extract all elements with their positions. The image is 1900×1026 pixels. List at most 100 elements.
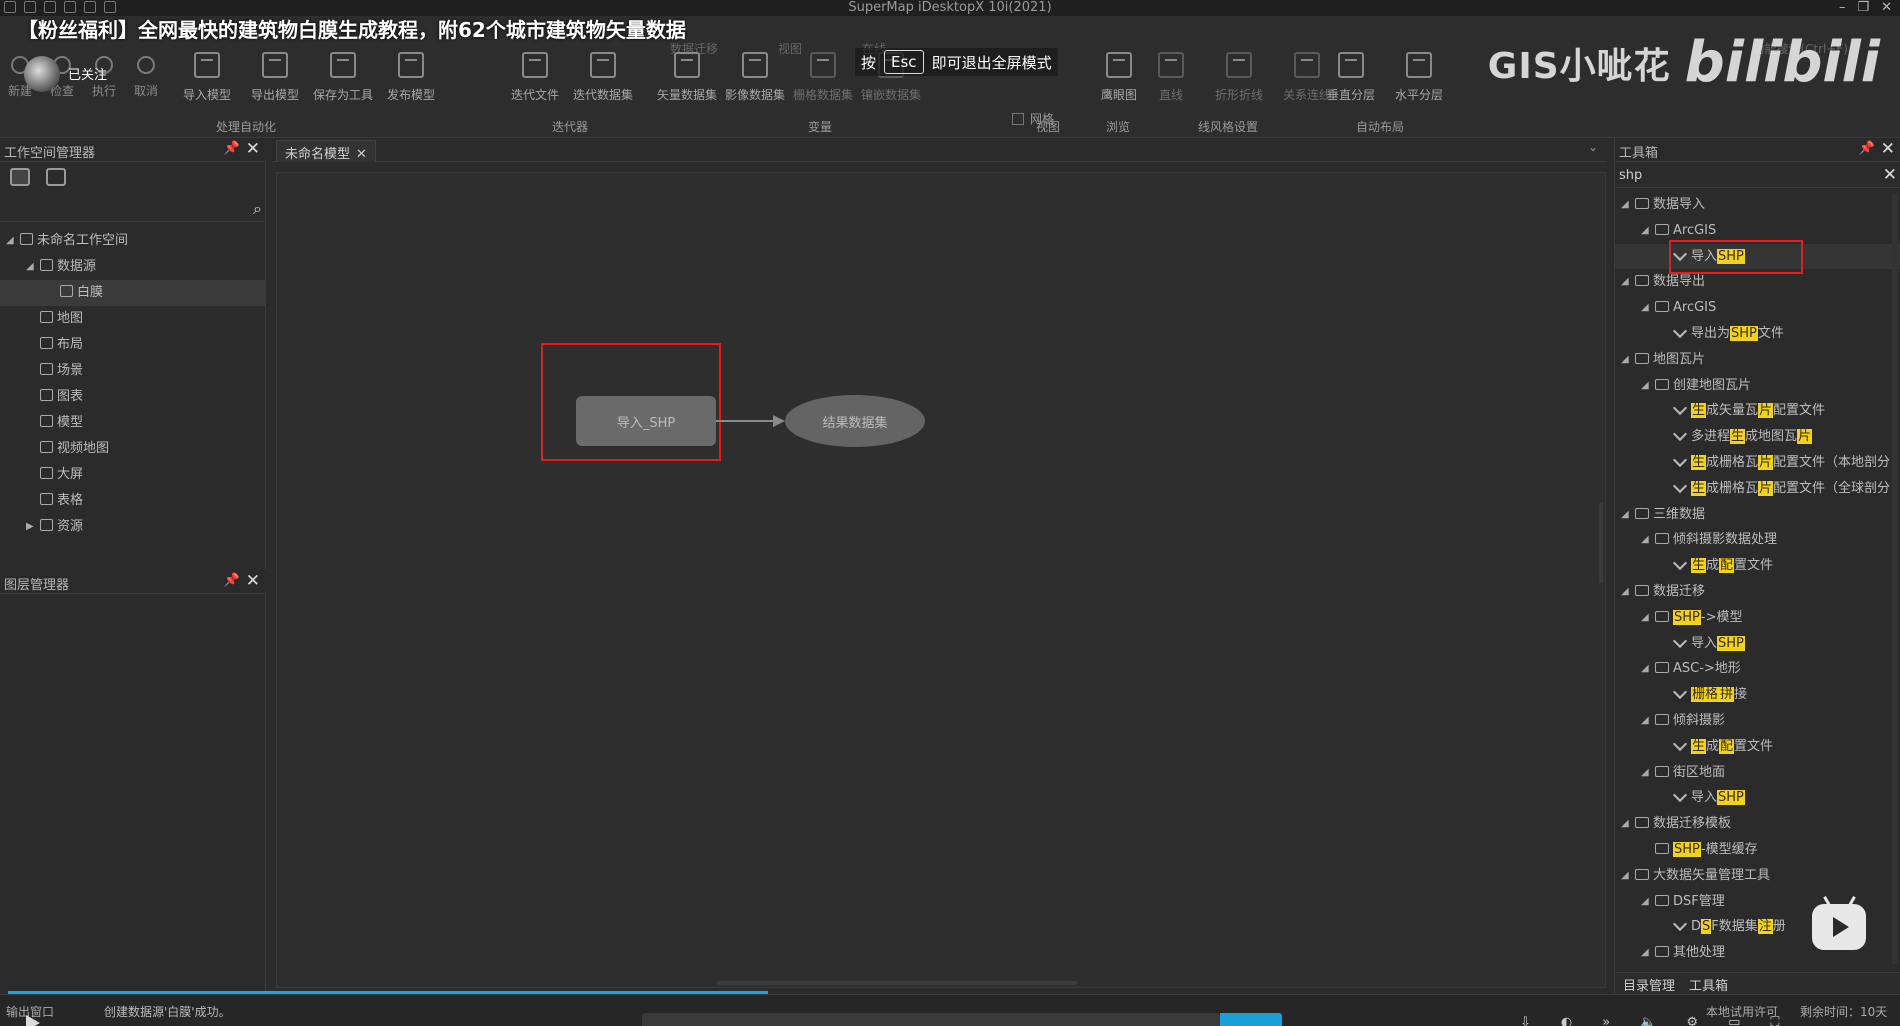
toolbox-tree-item[interactable]: 生成栅格瓦片配置文件（全球剖分 (1615, 476, 1900, 502)
straight-line-button[interactable]: 直线 (1140, 46, 1202, 116)
workspace-tree-item[interactable]: 布局 (0, 332, 266, 358)
video-progress-bar[interactable] (8, 991, 768, 994)
image-dataset-button[interactable]: 影像数据集 (724, 46, 786, 116)
expand-arrow-icon[interactable]: ◢ (1641, 656, 1649, 682)
workspace-tree-item[interactable]: 模型 (0, 410, 266, 436)
minimize-icon[interactable]: – (1839, 0, 1846, 15)
workspace-tree-item[interactable]: 场景 (0, 358, 266, 384)
toolbox-tree-item[interactable]: ◢ 数据迁移 (1615, 579, 1900, 605)
toolbox-tree-item[interactable]: 导入SHP (1615, 785, 1900, 811)
toolbox-tree-item[interactable]: ◢ 街区地面 (1615, 760, 1900, 786)
expand-arrow-icon[interactable]: ◢ (6, 228, 14, 254)
model-canvas[interactable]: 导入_SHP 结果数据集 (276, 172, 1606, 988)
toolbox-tree-item[interactable]: SHP-模型缓存 (1615, 837, 1900, 863)
workspace-tree-item[interactable]: 白膜 (0, 280, 266, 306)
search-icon[interactable]: ⌕ (253, 199, 262, 219)
expand-arrow-icon[interactable]: ◢ (1641, 940, 1649, 966)
iterate-files-button[interactable]: 迭代文件 (504, 46, 566, 116)
expand-arrow-icon[interactable]: ◢ (1641, 708, 1649, 734)
workspace-view-icon[interactable] (10, 168, 30, 186)
import-model-button[interactable]: 导入模型 (176, 46, 238, 116)
expand-arrow-icon[interactable]: ◢ (1641, 218, 1649, 244)
database-view-icon[interactable] (46, 168, 66, 186)
expand-arrow-icon[interactable]: ◢ (1621, 863, 1629, 889)
settings-icon[interactable]: ⚙ (1686, 1015, 1698, 1026)
close-tab-icon[interactable]: ✕ (356, 147, 367, 162)
danmaku-send-button[interactable] (1220, 1013, 1282, 1026)
toolbox-tree-item[interactable]: 生成栅格瓦片配置文件（本地剖分 (1615, 450, 1900, 476)
connector-line[interactable] (716, 420, 778, 422)
tab-toolbox[interactable]: 工具箱 (1689, 975, 1728, 994)
chevron-down-icon[interactable]: ⌄ (1588, 140, 1598, 154)
toolbox-tree-item[interactable]: ◢ 大数据矢量管理工具 (1615, 863, 1900, 889)
save-as-tool-button[interactable]: 保存为工具 (312, 46, 374, 116)
workspace-tree-item[interactable]: 地图 (0, 306, 266, 332)
export-model-button[interactable]: 导出模型 (244, 46, 306, 116)
horizontal-layer-button[interactable]: 水平分层 (1388, 46, 1450, 116)
toolbox-tree-item[interactable]: 生成配置文件 (1615, 734, 1900, 760)
toolbox-tree-item[interactable]: 多进程生成地图瓦片 (1615, 424, 1900, 450)
toolbox-tree-item[interactable]: ◢ 数据迁移模板 (1615, 811, 1900, 837)
grid-dataset-button[interactable]: 栅格数据集 (792, 46, 854, 116)
expand-arrow-icon[interactable]: ◢ (1621, 269, 1629, 295)
expand-arrow-icon[interactable]: ◢ (1641, 889, 1649, 915)
vertical-scrollbar[interactable] (1599, 503, 1603, 583)
expand-arrow-icon[interactable]: ◢ (1621, 811, 1629, 837)
follow-status[interactable]: 已关注 (68, 64, 107, 83)
toolbox-tree-item[interactable]: 导入SHP (1615, 239, 1900, 274)
pin-icon[interactable]: 📌 (224, 141, 240, 156)
pip-icon[interactable]: ▭ (1728, 1015, 1740, 1026)
expand-arrow-icon[interactable]: ◢ (26, 254, 34, 280)
speed-icon[interactable]: » (1602, 1015, 1610, 1026)
expand-arrow-icon[interactable]: ◢ (1641, 605, 1649, 631)
expand-arrow-icon[interactable]: ◢ (1621, 502, 1629, 528)
close-icon[interactable]: ✕ (1881, 139, 1895, 159)
workspace-tree-item[interactable]: 视频地图 (0, 436, 266, 462)
toolbox-scrollbar[interactable] (1892, 194, 1898, 964)
vertical-layer-button[interactable]: 垂直分层 (1320, 46, 1382, 116)
collapse-arrow-icon[interactable]: ▶ (26, 514, 34, 540)
toolbox-tree-item[interactable]: 生成配置文件 (1615, 553, 1900, 579)
workspace-tree-item[interactable]: ◢ 未命名工作空间 (0, 228, 266, 254)
toolbox-tree-item[interactable]: ◢ SHP->模型 (1615, 605, 1900, 631)
toolbox-tree-item[interactable]: 生成矢量瓦片配置文件 (1615, 398, 1900, 424)
expand-arrow-icon[interactable]: ◢ (1621, 347, 1629, 373)
pin-icon[interactable]: 📌 (224, 573, 240, 588)
result-dataset-node[interactable]: 结果数据集 (785, 395, 925, 447)
toolbox-tree-item[interactable]: ◢ 数据导入 (1615, 192, 1900, 218)
toolbox-tree-item[interactable]: 栅格 拼接 (1615, 682, 1900, 708)
volume-icon[interactable]: 🔈 (1640, 1015, 1656, 1026)
bilibili-tv-icon[interactable] (1812, 904, 1866, 950)
toolbox-tree-item[interactable]: ◢ ASC->地形 (1615, 656, 1900, 682)
import-shp-node[interactable]: 导入_SHP (576, 396, 716, 446)
expand-arrow-icon[interactable]: ◢ (1641, 295, 1649, 321)
workspace-tree-item[interactable]: 图表 (0, 384, 266, 410)
fullscreen-icon[interactable]: ⛶ (1770, 1015, 1779, 1026)
download-icon[interactable]: ⇩ (1520, 1015, 1531, 1026)
pin-icon[interactable]: 📌 (1859, 141, 1875, 156)
expand-arrow-icon[interactable]: ◢ (1641, 373, 1649, 399)
polyline-button[interactable]: 折形折线 (1208, 46, 1270, 116)
workspace-tree-item[interactable]: 表格 (0, 488, 266, 514)
expand-arrow-icon[interactable]: ◢ (1621, 192, 1629, 218)
close-icon[interactable]: ✕ (246, 139, 260, 159)
expand-arrow-icon[interactable]: ◢ (1641, 760, 1649, 786)
toolbox-tree-item[interactable]: 导入SHP (1615, 631, 1900, 657)
tab-untitled-model[interactable]: 未命名模型 ✕ (276, 140, 376, 162)
toolbox-tree-item[interactable]: 导出为SHP文件 (1615, 321, 1900, 347)
toolbox-search-input[interactable]: shp ✕ (1615, 165, 1900, 188)
cancel-button[interactable]: 取消 (128, 46, 164, 116)
clear-search-icon[interactable]: ✕ (1883, 165, 1897, 185)
workspace-search[interactable]: ⌕ (0, 198, 266, 222)
auto-icon[interactable]: ◐ (1561, 1015, 1572, 1026)
toolbox-tree-item[interactable]: ◢ 地图瓦片 (1615, 347, 1900, 373)
workspace-tree-item[interactable]: ◢ 数据源 (0, 254, 266, 280)
restore-icon[interactable]: ❐ (1857, 0, 1869, 15)
toolbox-tree-item[interactable]: ◢ 倾斜摄影数据处理 (1615, 527, 1900, 553)
toolbox-tree-item[interactable]: ◢ 数据导出 (1615, 269, 1900, 295)
toolbox-tree-item[interactable]: ◢ 倾斜摄影 (1615, 708, 1900, 734)
tab-catalog[interactable]: 目录管理 (1623, 975, 1675, 994)
workspace-tree-item[interactable]: ▶ 资源 (0, 514, 266, 540)
play-icon[interactable] (26, 1015, 40, 1026)
toolbox-tree-item[interactable]: ◢ 三维数据 (1615, 502, 1900, 528)
